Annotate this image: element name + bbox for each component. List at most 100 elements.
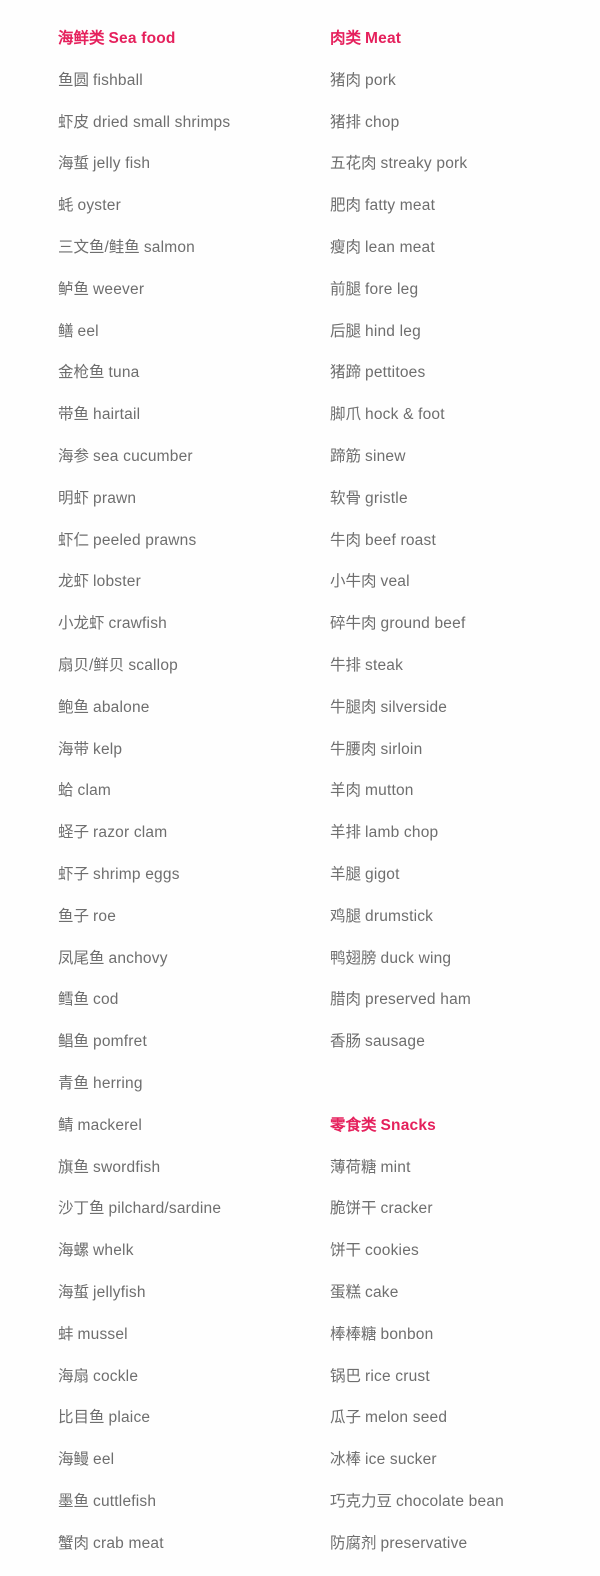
vocabulary-item: 前腿 fore leg (330, 282, 418, 298)
vocabulary-item-chinese: 旗鱼 (58, 1158, 90, 1176)
vocabulary-item-english: herring (93, 1075, 143, 1092)
vocabulary-item-chinese: 蹄筋 (330, 448, 362, 465)
vocabulary-item: 蟹肉 crab meat (58, 1536, 164, 1552)
vocabulary-item-english: mutton (365, 782, 414, 800)
vocabulary-item-english: peeled prawns (93, 531, 197, 549)
vocabulary-item: 海扇 cockle (58, 1368, 138, 1385)
section-header: 肉类 Meat (330, 31, 401, 47)
vocabulary-item: 蛤 clam (58, 783, 111, 799)
vocabulary-item-english: eel (93, 1451, 115, 1469)
vocabulary-item-english: cookies (365, 1242, 419, 1260)
vocabulary-item-chinese: 冰棒 (330, 1451, 362, 1469)
vocabulary-item-chinese: 蛋糕 (330, 1284, 362, 1301)
vocabulary-item-english: oyster (77, 197, 121, 215)
vocabulary-sheet: 海鲜类 Sea food 鱼圆 fishball 虾皮 dried small shrim… (0, 0, 600, 1576)
vocabulary-item: 明虾 prawn (58, 491, 136, 507)
vocabulary-item-english: pilchard/sardine (108, 1200, 222, 1218)
vocabulary-item: 海参 sea cucumber (58, 449, 193, 465)
vocabulary-item-english: preserved ham (365, 991, 471, 1009)
vocabulary-item: 带鱼 hairtail (58, 407, 140, 423)
vocabulary-item-chinese: 锅巴 (330, 1367, 362, 1385)
vocabulary-item-english: pomfret (93, 1033, 147, 1051)
vocabulary-item-english: sinew (365, 448, 406, 465)
vocabulary-item-chinese: 五花肉 (330, 155, 377, 173)
vocabulary-item-chinese: 后腿 (330, 322, 362, 340)
vocabulary-item-chinese: 鳝 (58, 322, 74, 340)
vocabulary-item-chinese: 牛排 (330, 657, 362, 674)
vocabulary-item: 碎牛肉 ground beef (330, 616, 465, 632)
vocabulary-item-english: abalone (93, 698, 150, 716)
vocabulary-item-chinese: 巧克力豆 (330, 1493, 393, 1510)
vocabulary-item-chinese: 腊肉 (330, 991, 362, 1009)
vocabulary-item: 猪肉 pork (330, 73, 396, 89)
vocabulary-item: 牛肉 beef roast (330, 531, 436, 549)
vocabulary-item-chinese: 虾皮 (58, 113, 90, 131)
vocabulary-item: 海蜇 jelly fish (58, 156, 150, 172)
vocabulary-item-english: tuna (108, 364, 140, 382)
section-header-english: Sea food (108, 30, 176, 47)
vocabulary-item-chinese: 蚝 (58, 197, 74, 215)
vocabulary-item: 海带 kelp (58, 741, 122, 758)
vocabulary-item: 鳝 eel (58, 322, 99, 340)
vocabulary-item-chinese: 牛腰肉 (330, 740, 377, 758)
vocabulary-item-chinese: 鱼圆 (58, 71, 90, 89)
vocabulary-item-english: cracker (380, 1200, 433, 1218)
vocabulary-item-chinese: 蚌 (58, 1325, 74, 1343)
vocabulary-item: 肥肉 fatty meat (330, 198, 435, 214)
vocabulary-item: 羊腿 gigot (330, 867, 400, 883)
vocabulary-item-chinese: 海参 (58, 448, 90, 465)
vocabulary-item-english: mint (380, 1158, 411, 1176)
vocabulary-item: 青鱼 herring (58, 1076, 143, 1092)
vocabulary-item-chinese: 脚爪 (330, 406, 362, 424)
vocabulary-item-english: veal (380, 573, 410, 591)
vocabulary-item-english: lobster (93, 573, 141, 591)
vocabulary-item-english: jelly fish (93, 155, 151, 173)
section-header: 零食类 Snacks (330, 1118, 436, 1134)
vocabulary-item-english: scallop (128, 657, 178, 674)
vocabulary-item-english: ground beef (380, 615, 466, 633)
vocabulary-item: 三文鱼/鲑鱼 salmon (58, 240, 195, 256)
vocabulary-item-chinese: 凤尾鱼 (58, 949, 105, 967)
vocabulary-item: 沙丁鱼 pilchard/sardine (58, 1201, 221, 1217)
vocabulary-item: 饼干 cookies (330, 1243, 419, 1259)
vocabulary-item-chinese: 脆饼干 (330, 1200, 377, 1218)
vocabulary-item-chinese: 羊腿 (330, 866, 362, 883)
vocabulary-item-english: bonbon (380, 1325, 434, 1343)
vocabulary-item-english: preservative (380, 1534, 468, 1552)
vocabulary-item-chinese: 前腿 (330, 280, 362, 298)
vocabulary-item: 猪蹄 pettitoes (330, 365, 425, 381)
vocabulary-item-english: gristle (365, 489, 408, 507)
vocabulary-item: 羊肉 mutton (330, 783, 414, 799)
vocabulary-item-english: fatty meat (365, 197, 436, 215)
vocabulary-item: 蹄筋 sinew (330, 449, 406, 465)
vocabulary-item-english: roe (93, 907, 117, 925)
vocabulary-item: 凤尾鱼 anchovy (58, 949, 168, 967)
vocabulary-item-chinese: 牛肉 (330, 531, 362, 549)
vocabulary-item-english: crawfish (108, 615, 167, 633)
vocabulary-item-english: chocolate bean (396, 1493, 504, 1510)
vocabulary-item: 鱼圆 fishball (58, 73, 143, 89)
vocabulary-item-chinese: 瓜子 (330, 1409, 362, 1427)
vocabulary-item-english: fore leg (365, 280, 419, 298)
vocabulary-item-chinese: 薄荷糖 (330, 1158, 377, 1176)
vocabulary-item-chinese: 羊排 (330, 824, 362, 842)
vocabulary-item: 旗鱼 swordfish (58, 1158, 160, 1176)
section-header: 海鲜类 Sea food (58, 31, 176, 47)
vocabulary-item-english: chop (365, 113, 400, 131)
vocabulary-item-english: cake (365, 1284, 399, 1301)
vocabulary-item-english: weever (93, 280, 145, 298)
vocabulary-item: 扇贝/鲜贝 scallop (58, 658, 178, 674)
vocabulary-item-chinese: 小牛肉 (330, 573, 377, 591)
vocabulary-item: 棒棒糖 bonbon (330, 1327, 433, 1343)
vocabulary-item-chinese: 海鳗 (58, 1451, 90, 1469)
vocabulary-item: 牛腰肉 sirloin (330, 740, 422, 758)
vocabulary-item-chinese: 防腐剂 (330, 1534, 377, 1552)
vocabulary-item-english: prawn (93, 489, 137, 507)
vocabulary-item-english: eel (77, 322, 99, 340)
vocabulary-item: 蛋糕 cake (330, 1285, 399, 1301)
vocabulary-item-chinese: 肥肉 (330, 197, 362, 215)
vocabulary-item: 后腿 hind leg (330, 322, 421, 340)
section-header-chinese: 肉类 (330, 30, 362, 47)
vocabulary-item-english: cuttlefish (93, 1493, 157, 1510)
vocabulary-item: 海蜇 jellyfish (58, 1285, 146, 1301)
